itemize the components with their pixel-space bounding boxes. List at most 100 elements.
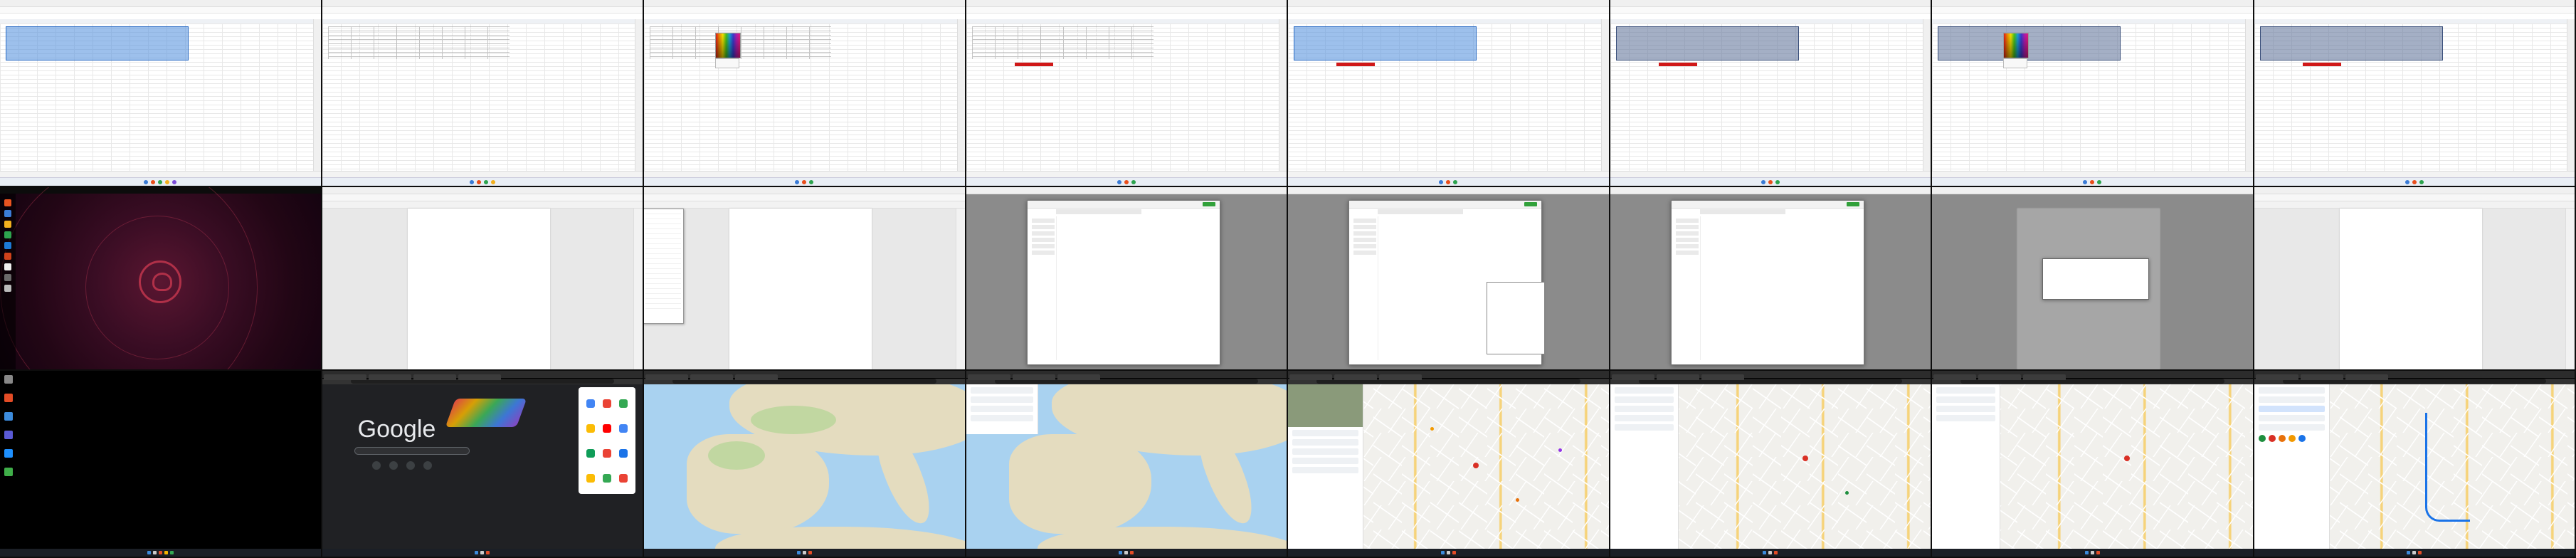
terminal-icon[interactable] — [4, 274, 11, 281]
palette-recent[interactable] — [2003, 58, 2027, 68]
directions-panel[interactable] — [2254, 384, 2330, 549]
dialog-ok-button[interactable] — [1202, 202, 1215, 206]
tab-strip[interactable] — [322, 371, 643, 380]
directions-panel[interactable] — [1610, 384, 1679, 549]
sidebar[interactable] — [633, 209, 643, 369]
writer-toolbar[interactable] — [644, 194, 965, 201]
writer-toolbar[interactable] — [322, 194, 643, 201]
trash-icon[interactable] — [4, 285, 11, 292]
red-filled-cells[interactable] — [1014, 63, 1053, 66]
sidebar[interactable] — [2565, 209, 2575, 369]
document-page[interactable] — [729, 209, 872, 369]
dialog-tabs[interactable] — [1699, 209, 1785, 214]
google-apps-panel[interactable] — [579, 387, 635, 494]
vertical-scrollbar[interactable] — [635, 19, 643, 172]
firefox-icon[interactable] — [4, 199, 11, 206]
vertical-scrollbar[interactable] — [312, 19, 321, 172]
document-page[interactable] — [407, 209, 550, 369]
poi-pin[interactable] — [1558, 448, 1562, 452]
selected-range[interactable] — [1615, 26, 1799, 60]
map-pin[interactable] — [2124, 456, 2130, 461]
app-icon-2[interactable] — [4, 412, 13, 421]
data-table[interactable] — [327, 26, 510, 59]
map-view[interactable] — [2254, 384, 2575, 549]
map-view[interactable] — [1932, 384, 2253, 549]
app-icon-1[interactable] — [4, 394, 13, 402]
menu-bar[interactable] — [322, 7, 643, 14]
vertical-scrollbar[interactable] — [2244, 19, 2253, 172]
tab-strip[interactable] — [1932, 371, 2253, 380]
tab-strip[interactable] — [1288, 371, 1609, 380]
app-icon-3[interactable] — [4, 431, 13, 439]
search-suggestions[interactable] — [966, 384, 1038, 434]
menu-bar[interactable] — [2254, 7, 2575, 14]
red-filled-cells[interactable] — [1658, 63, 1697, 66]
vertical-scrollbar[interactable] — [1600, 19, 1609, 172]
search-input[interactable] — [354, 447, 470, 455]
options-dialog[interactable] — [1026, 200, 1220, 365]
map-view[interactable] — [966, 384, 1287, 549]
options-dialog[interactable] — [1348, 200, 1545, 365]
dialog-ok-button[interactable] — [1846, 202, 1859, 206]
app-icon-4[interactable] — [4, 449, 13, 458]
red-filled-cells[interactable] — [2302, 63, 2341, 66]
map-pin[interactable] — [1473, 463, 1479, 468]
options-dialog[interactable] — [1670, 200, 1864, 365]
poi-pin[interactable] — [1430, 427, 1434, 431]
writer-icon[interactable] — [4, 242, 11, 249]
directions-panel[interactable] — [1932, 384, 2000, 549]
selected-range[interactable] — [2259, 26, 2443, 60]
tab-strip[interactable] — [966, 371, 1287, 380]
dialog-sidebar[interactable] — [1352, 216, 1378, 360]
vertical-scrollbar[interactable] — [2567, 19, 2575, 172]
selected-range[interactable] — [6, 26, 189, 60]
files-icon[interactable] — [4, 221, 11, 228]
map-pin[interactable] — [1802, 456, 1808, 461]
writer-format-toolbar[interactable] — [322, 201, 643, 209]
software-icon[interactable] — [4, 263, 11, 270]
dialog-tabs[interactable] — [1378, 209, 1463, 214]
red-filled-cells[interactable] — [1336, 63, 1375, 66]
menu-bar[interactable] — [0, 7, 321, 14]
vertical-scrollbar[interactable] — [956, 19, 965, 172]
vertical-scrollbar[interactable] — [1923, 19, 1931, 172]
tab-strip[interactable] — [644, 371, 965, 380]
map-view[interactable] — [644, 384, 965, 549]
tab-strip[interactable] — [1610, 371, 1931, 380]
shortcuts[interactable] — [371, 461, 432, 470]
dialog-ok-button[interactable] — [1524, 202, 1537, 206]
thunderbird-icon[interactable] — [4, 210, 11, 217]
color-palette-popup[interactable] — [715, 33, 741, 58]
impress-icon[interactable] — [4, 253, 11, 260]
writer-format-toolbar[interactable] — [2254, 201, 2575, 209]
vertical-scrollbar[interactable] — [1279, 19, 1287, 172]
writer-toolbar[interactable] — [2254, 194, 2575, 201]
app-icon-5[interactable] — [4, 468, 13, 476]
palette-recent[interactable] — [715, 58, 739, 68]
selected-range[interactable] — [1938, 26, 2121, 60]
document-page[interactable] — [2339, 209, 2482, 369]
message-box[interactable] — [2042, 258, 2149, 300]
map-view[interactable] — [1288, 384, 1609, 549]
menu-bar[interactable] — [1932, 7, 2253, 14]
sidebar[interactable] — [955, 209, 965, 369]
menu-bar[interactable] — [1610, 7, 1931, 14]
calc-icon[interactable] — [4, 231, 11, 238]
writer-format-toolbar[interactable] — [644, 201, 965, 209]
format-menu[interactable] — [644, 209, 684, 324]
recycle-bin-icon[interactable] — [4, 375, 13, 384]
poi-pin[interactable] — [1516, 498, 1519, 502]
menu-bar[interactable] — [966, 7, 1287, 14]
dialog-tabs[interactable] — [1055, 209, 1141, 214]
tab-strip[interactable] — [2254, 371, 2575, 380]
sub-dialog[interactable] — [1487, 282, 1545, 354]
poi-pin[interactable] — [1844, 491, 1849, 495]
menu-bar[interactable] — [644, 7, 965, 14]
place-panel[interactable] — [1288, 384, 1363, 549]
dialog-sidebar[interactable] — [1674, 216, 1701, 360]
dialog-sidebar[interactable] — [1030, 216, 1057, 360]
data-table[interactable] — [971, 26, 1154, 59]
map-view[interactable] — [1610, 384, 1931, 549]
color-palette-popup[interactable] — [2003, 33, 2029, 58]
menu-bar[interactable] — [1288, 7, 1609, 14]
